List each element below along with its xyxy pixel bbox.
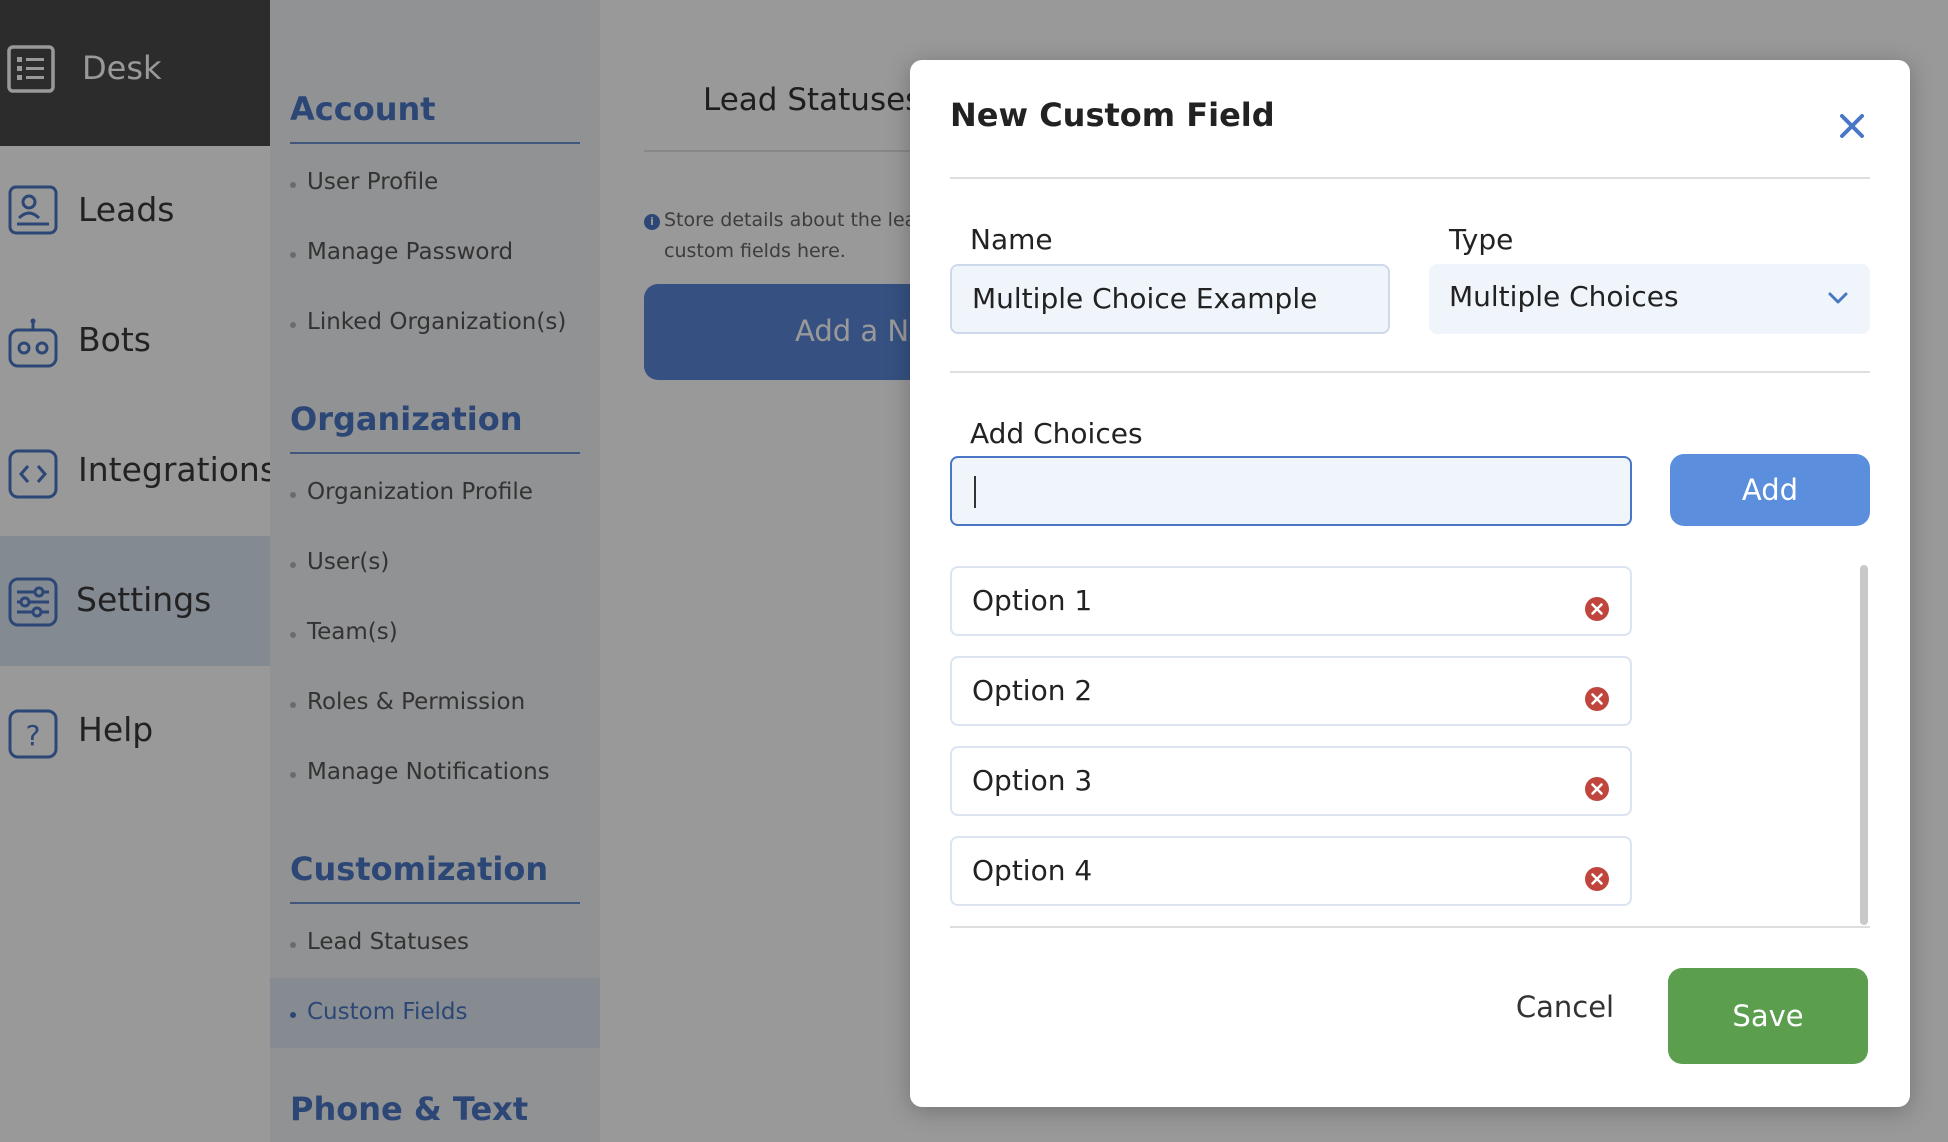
choice-option-label: Option 1 [972, 584, 1093, 617]
modal-section-divider [950, 371, 1870, 373]
choice-option[interactable]: Option 1 [950, 566, 1632, 636]
options-scrollbar[interactable] [1860, 565, 1868, 925]
add-choices-label: Add Choices [970, 417, 1143, 450]
new-custom-field-modal: New Custom Field Name Multiple Choice Ex… [910, 60, 1910, 1107]
name-label: Name [970, 223, 1053, 256]
choice-input[interactable] [950, 456, 1632, 526]
remove-option-icon[interactable] [1584, 866, 1610, 892]
type-label: Type [1449, 223, 1514, 256]
chevron-down-icon [1828, 292, 1848, 304]
remove-option-icon[interactable] [1584, 686, 1610, 712]
choice-option-label: Option 4 [972, 854, 1093, 887]
remove-option-icon[interactable] [1584, 776, 1610, 802]
remove-option-icon[interactable] [1584, 596, 1610, 622]
cancel-button[interactable]: Cancel [1480, 967, 1650, 1047]
modal-footer-divider [950, 926, 1870, 928]
name-input[interactable]: Multiple Choice Example [950, 264, 1390, 334]
choice-option[interactable]: Option 4 [950, 836, 1632, 906]
type-select-value: Multiple Choices [1449, 280, 1679, 313]
choice-option[interactable]: Option 2 [950, 656, 1632, 726]
save-button[interactable]: Save [1668, 968, 1868, 1064]
add-choice-button[interactable]: Add [1670, 454, 1870, 526]
modal-header-divider [950, 177, 1870, 179]
close-icon[interactable] [1836, 110, 1868, 142]
choice-option[interactable]: Option 3 [950, 746, 1632, 816]
text-cursor [974, 476, 976, 508]
type-select[interactable]: Multiple Choices [1429, 264, 1870, 334]
choice-option-label: Option 2 [972, 674, 1093, 707]
choice-option-label: Option 3 [972, 764, 1093, 797]
modal-title: New Custom Field [950, 96, 1275, 134]
